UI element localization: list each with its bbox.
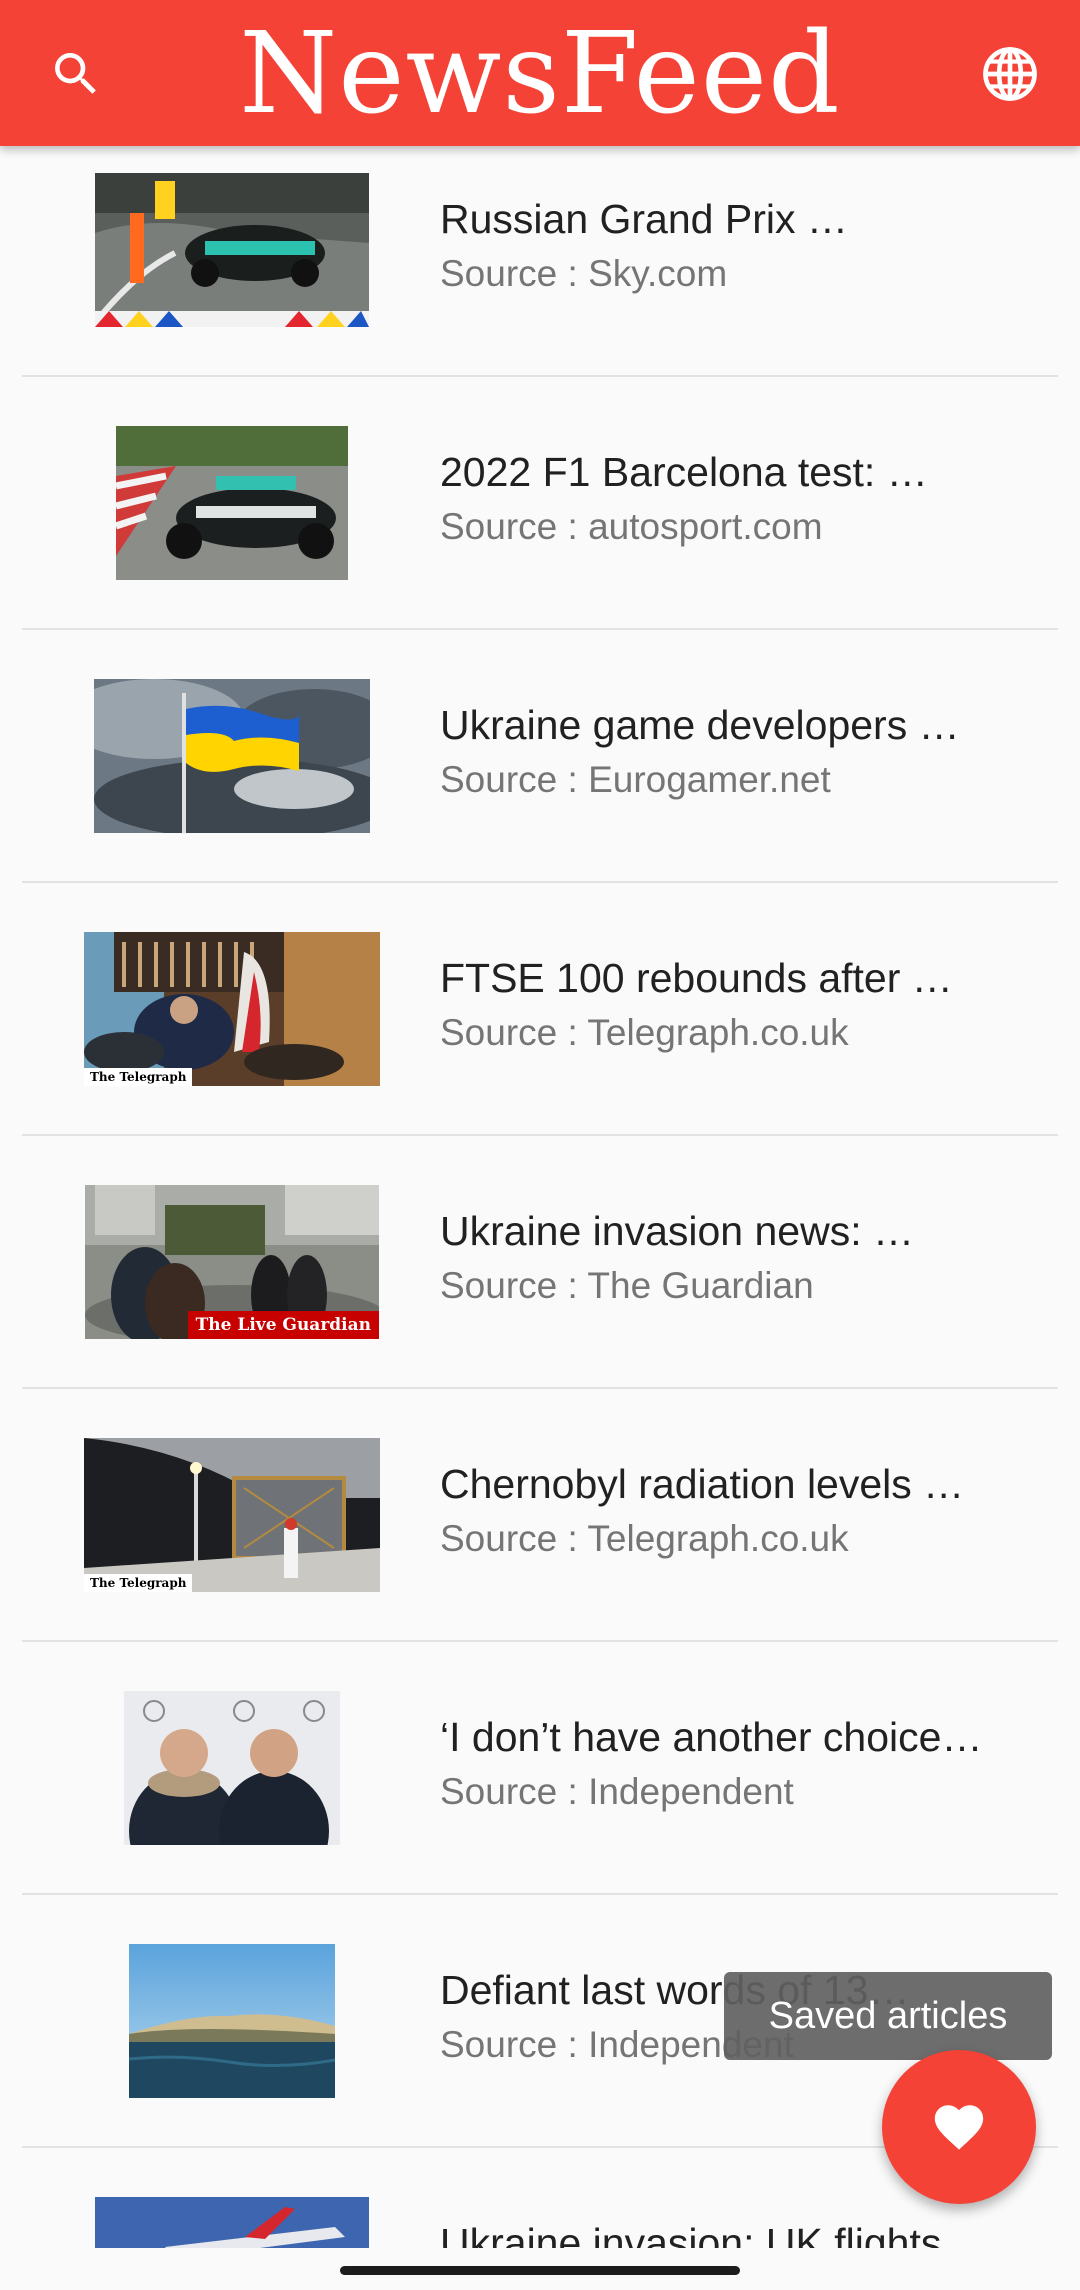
article-row[interactable]: The Telegraph FTSE 100 rebounds after … …: [22, 883, 1058, 1136]
globe-icon: [983, 47, 1037, 101]
article-title: Ukraine game developers …: [440, 702, 960, 748]
article-row[interactable]: ‘I don’t have another choice… Source : I…: [22, 1642, 1058, 1895]
article-row[interactable]: Russian Grand Prix … Source : Sky.com: [22, 124, 1058, 377]
article-row[interactable]: Ukraine game developers … Source : Eurog…: [22, 630, 1058, 883]
article-source: Source : autosport.com: [440, 506, 823, 547]
article-source: Source : Sky.com: [440, 253, 728, 294]
article-row[interactable]: 2022 F1 Barcelona test: … Source : autos…: [22, 377, 1058, 630]
heart-icon: [934, 2105, 984, 2150]
language-button[interactable]: [964, 28, 1056, 120]
saved-articles-fab[interactable]: [882, 2050, 1036, 2204]
home-gesture-handle[interactable]: [340, 2266, 740, 2275]
article-title: Russian Grand Prix …: [440, 196, 848, 242]
telegraph-watermark: The Telegraph: [84, 1067, 193, 1086]
app-bar: NewsFeed: [0, 0, 1080, 146]
article-source: Source : Eurogamer.net: [440, 759, 831, 800]
article-title: ‘I don’t have another choice…: [440, 1714, 983, 1760]
article-thumbnail: The Telegraph: [84, 931, 380, 1086]
article-title: 2022 F1 Barcelona test: …: [440, 449, 928, 495]
article-thumbnail: The Telegraph: [84, 1437, 380, 1592]
guardian-watermark: The Live Guardian: [187, 1310, 379, 1339]
article-title: Ukraine invasion news: …: [440, 1208, 914, 1254]
telegraph-watermark: The Telegraph: [84, 1573, 193, 1592]
article-title: FTSE 100 rebounds after …: [440, 955, 953, 1001]
article-row[interactable]: The Live Guardian Ukraine invasion news:…: [22, 1136, 1058, 1389]
saved-articles-tooltip: Saved articles: [724, 1972, 1052, 2060]
article-title: Chernobyl radiation levels …: [440, 1461, 965, 1507]
article-source: Source : Telegraph.co.uk: [440, 1012, 849, 1053]
article-list[interactable]: Russian Grand Prix … Source : Sky.com 20…: [0, 124, 1080, 2290]
article-thumbnail: [129, 1943, 335, 2098]
article-source: Source : Telegraph.co.uk: [440, 1518, 849, 1559]
article-row[interactable]: The Telegraph Chernobyl radiation levels…: [22, 1389, 1058, 1642]
app-title: NewsFeed: [239, 9, 841, 139]
article-thumbnail: [116, 425, 348, 580]
article-source: Source : Independent: [440, 1771, 794, 1812]
newsfeed-app: NewsFeed Russian Grand Prix … Source: S…: [0, 0, 1080, 2290]
article-thumbnail: The Live Guardian: [85, 1184, 379, 1339]
article-thumbnail: [124, 1690, 340, 1845]
system-navigation-bar: [0, 2248, 1080, 2290]
article-thumbnail: [95, 172, 369, 327]
article-source: Source : The Guardian: [440, 1265, 814, 1306]
article-thumbnail: [94, 678, 370, 833]
